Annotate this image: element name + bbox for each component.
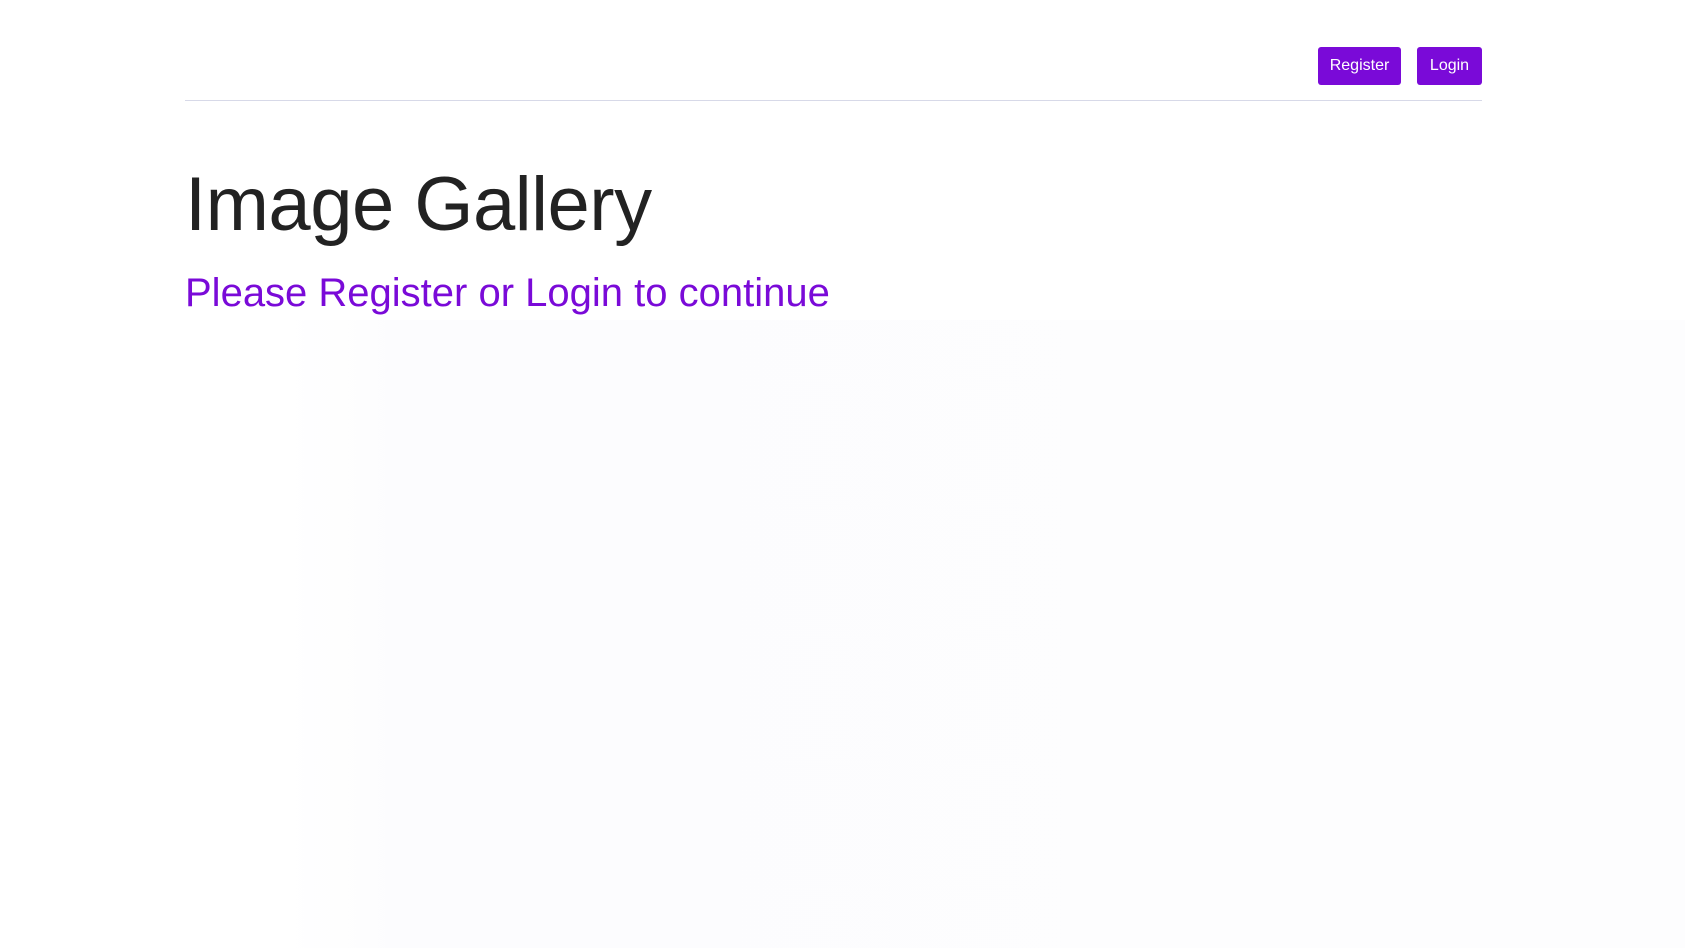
page-title: Image Gallery xyxy=(185,162,652,247)
auth-prompt: Please Register or Login to continue xyxy=(185,271,830,315)
main-content: Image Gallery Please Register or Login t… xyxy=(185,160,1482,318)
background-wash xyxy=(285,320,1685,948)
register-button[interactable]: Register xyxy=(1318,47,1401,85)
nav-actions: Register Login xyxy=(1318,47,1482,85)
page: Register Login Image Gallery Please Regi… xyxy=(0,0,1685,948)
top-nav: Register Login xyxy=(185,0,1482,101)
login-button[interactable]: Login xyxy=(1417,47,1482,85)
